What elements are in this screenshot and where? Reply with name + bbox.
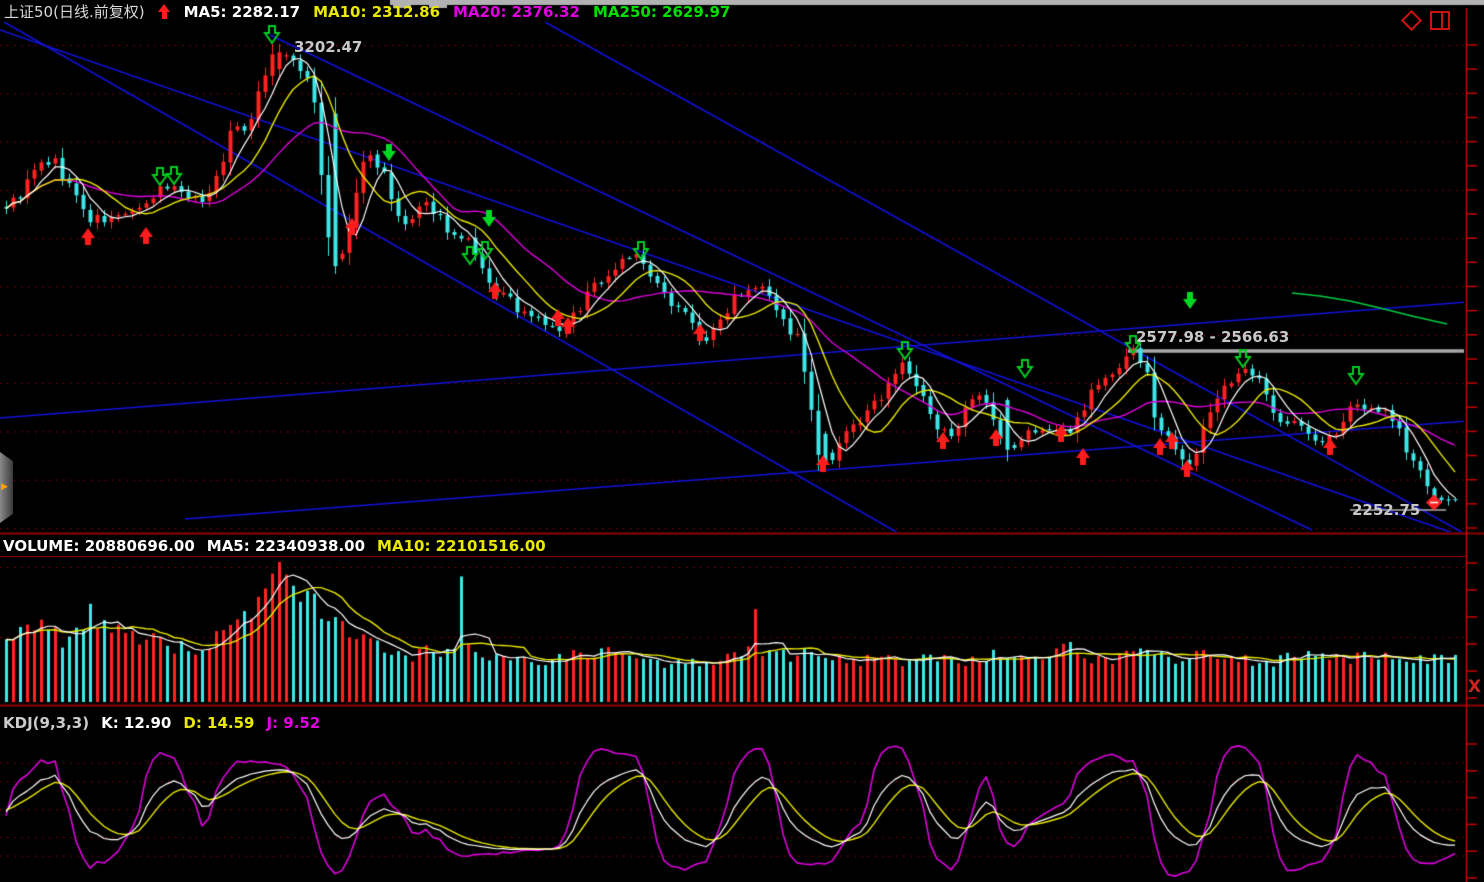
ma10-readout: MA10: 2312.86 (313, 3, 440, 21)
ma20-readout: MA20: 2376.32 (453, 3, 580, 21)
expand-arrow-icon: ▶ (1, 483, 8, 492)
kdj-params: KDJ(9,3,3) (3, 714, 89, 732)
volume-ma5-readout: MA5: 22340938.00 (207, 537, 365, 555)
up-arrow-icon (158, 4, 171, 20)
symbol-title: 上证50(日线.前复权) (4, 1, 145, 22)
volume-header: VOLUME: 20880696.00 MA5: 22340938.00 MA1… (3, 537, 546, 555)
sidebar-expand-tab[interactable]: ▶ (0, 452, 13, 523)
kdj-k-readout: K: 12.90 (101, 714, 171, 732)
close-x-mark[interactable]: X (1468, 677, 1481, 697)
ma250-readout: MA250: 2629.97 (593, 3, 730, 21)
kdj-header: KDJ(9,3,3) K: 12.90 D: 14.59 J: 9.52 (3, 714, 320, 732)
chart-canvas[interactable] (0, 0, 1484, 882)
peak-price-label: 3202.47 (294, 38, 362, 56)
stock-chart-window: 上证50(日线.前复权) MA5: 2282.17 MA10: 2312.86 … (0, 0, 1484, 882)
band-price-label: 2577.98 - 2566.63 (1136, 328, 1289, 346)
ma5-readout: MA5: 2282.17 (184, 3, 301, 21)
kdj-j-readout: J: 9.52 (267, 714, 321, 732)
window-panes-icon[interactable] (1430, 11, 1450, 30)
diamond-icon[interactable] (1401, 10, 1422, 31)
volume-ma10-readout: MA10: 22101516.00 (377, 537, 546, 555)
main-chart-header: 上证50(日线.前复权) MA5: 2282.17 MA10: 2312.86 … (4, 2, 730, 21)
volume-readout: VOLUME: 20880696.00 (3, 537, 195, 555)
last-price-label: 2252.75 (1352, 501, 1420, 519)
kdj-d-readout: D: 14.59 (183, 714, 254, 732)
window-controls (1404, 11, 1450, 30)
